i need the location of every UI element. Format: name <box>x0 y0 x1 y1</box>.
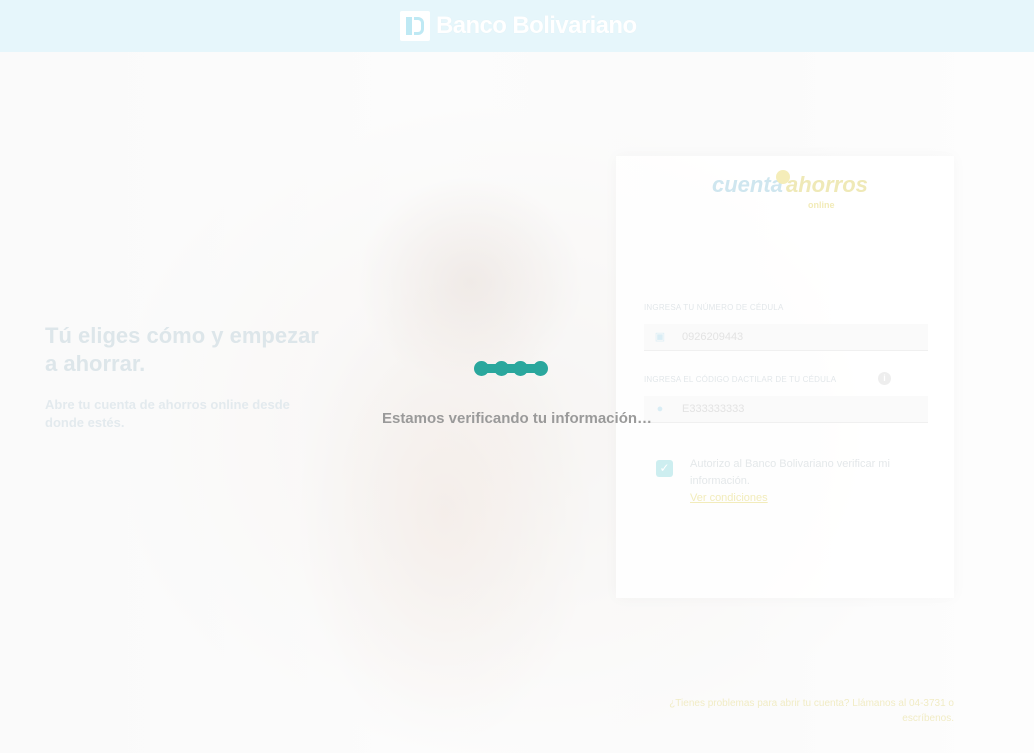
top-bar: Banco Bolivariano <box>0 0 1034 52</box>
brand-logo[interactable]: Banco Bolivariano <box>400 10 637 41</box>
bb-monogram-icon <box>400 10 430 41</box>
brand-name: Banco Bolivariano <box>436 11 637 39</box>
consent-checkbox[interactable]: ✓ <box>656 460 673 477</box>
logo-word-cuenta: cuenta <box>712 172 783 197</box>
spinner-dot <box>513 361 528 376</box>
spinner-dot <box>474 361 489 376</box>
hero-headline: Tú eliges cómo y empezar a ahorrar. <box>45 323 319 376</box>
signup-card: cuenta ahorros online INGRESA TU NÚMERO … <box>616 156 954 598</box>
spinner-dot <box>533 361 548 376</box>
id-field-label: INGRESA TU NÚMERO DE CÉDULA <box>644 303 784 312</box>
logo-tag-online: online <box>808 200 835 210</box>
conditions-link[interactable]: Ver condiciones <box>690 492 768 504</box>
check-icon: ✓ <box>659 461 670 475</box>
logo-word-ahorros: ahorros <box>786 172 868 197</box>
consent-text: Autorizo al Banco Bolivariano verificar … <box>690 458 890 487</box>
loading-spinner <box>474 361 548 376</box>
spinner-dot <box>494 361 509 376</box>
help-footnote[interactable]: ¿Tienes problemas para abrir tu cuenta? … <box>660 696 954 726</box>
code-field-label: INGRESA EL CÓDIGO DACTILAR DE TU CÉDULA <box>644 375 837 384</box>
id-number-input[interactable]: ▣ 0926209443 <box>644 324 928 351</box>
cuenta-ahorros-logo: cuenta ahorros online <box>712 170 868 214</box>
info-icon[interactable]: i <box>878 372 891 385</box>
hero-background: Tú eliges cómo y empezar a ahorrar. Abre… <box>0 52 1034 753</box>
id-card-icon: ▣ <box>654 331 666 343</box>
id-number-value: 0926209443 <box>682 331 744 343</box>
loading-message: Estamos verificando tu información… <box>381 410 653 427</box>
